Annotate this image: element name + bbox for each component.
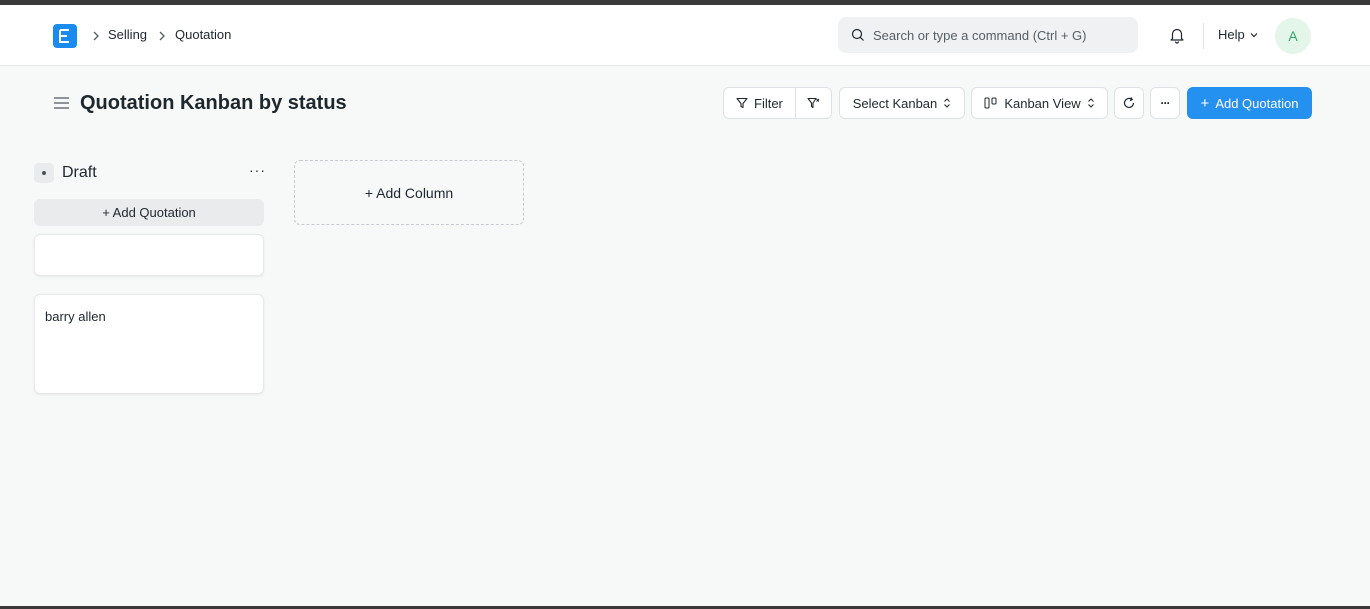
page-title: Quotation Kanban by status <box>80 92 347 114</box>
notification-bell-icon[interactable] <box>1168 26 1186 44</box>
select-kanban-label: Select Kanban <box>852 95 938 111</box>
view-switcher-label: Kanban View <box>1004 95 1081 111</box>
chevron-down-icon <box>1250 32 1258 37</box>
sidebar-toggle-icon[interactable] <box>53 95 70 111</box>
column-color-indicator[interactable] <box>34 163 54 183</box>
search-icon <box>851 28 864 41</box>
filter-icon <box>736 97 748 109</box>
add-column-button[interactable]: + Add Column <box>294 160 524 225</box>
navbar: Selling Quotation Help A <box>0 5 1370 66</box>
breadcrumb-quotation[interactable]: Quotation <box>175 27 231 43</box>
chevron-right-icon <box>93 31 99 41</box>
column-menu-button[interactable]: ··· <box>249 162 266 178</box>
select-kanban-button[interactable]: Select Kanban <box>839 87 965 119</box>
filter-button-label[interactable]: Filter <box>754 96 783 111</box>
search-bar[interactable] <box>838 17 1138 53</box>
user-avatar[interactable]: A <box>1275 18 1311 54</box>
column-title: Draft <box>62 164 97 181</box>
more-actions-label: ··· <box>1160 96 1171 110</box>
refresh-button[interactable] <box>1114 87 1144 119</box>
sort-caret-icon <box>944 98 951 108</box>
add-card-button[interactable]: + Add Quotation <box>34 199 264 226</box>
refresh-icon <box>1123 97 1135 109</box>
card-title: barry allen <box>45 309 106 324</box>
dot-icon <box>42 171 46 175</box>
filter-group-divider <box>795 87 796 119</box>
navbar-divider <box>1203 23 1204 49</box>
clear-filter-icon[interactable] <box>807 97 820 110</box>
erpnext-logo-icon <box>59 29 69 43</box>
view-switcher-button[interactable]: Kanban View <box>971 87 1108 119</box>
add-quotation-label: Add Quotation <box>1215 95 1299 111</box>
kanban-card[interactable] <box>34 234 264 276</box>
kanban-view-icon <box>984 97 997 109</box>
kanban-card[interactable]: barry allen <box>34 294 264 394</box>
chevron-right-icon <box>159 31 165 41</box>
plus-icon: + <box>1200 94 1210 112</box>
breadcrumb-selling[interactable]: Selling <box>108 27 147 43</box>
help-label: Help <box>1218 27 1245 42</box>
sort-caret-icon <box>1087 98 1094 108</box>
app-logo[interactable] <box>53 24 77 48</box>
more-actions-button[interactable]: ··· <box>1150 87 1180 119</box>
help-dropdown[interactable]: Help <box>1218 27 1259 42</box>
add-quotation-button[interactable]: + Add Quotation <box>1187 87 1312 119</box>
search-input[interactable] <box>873 17 1128 53</box>
